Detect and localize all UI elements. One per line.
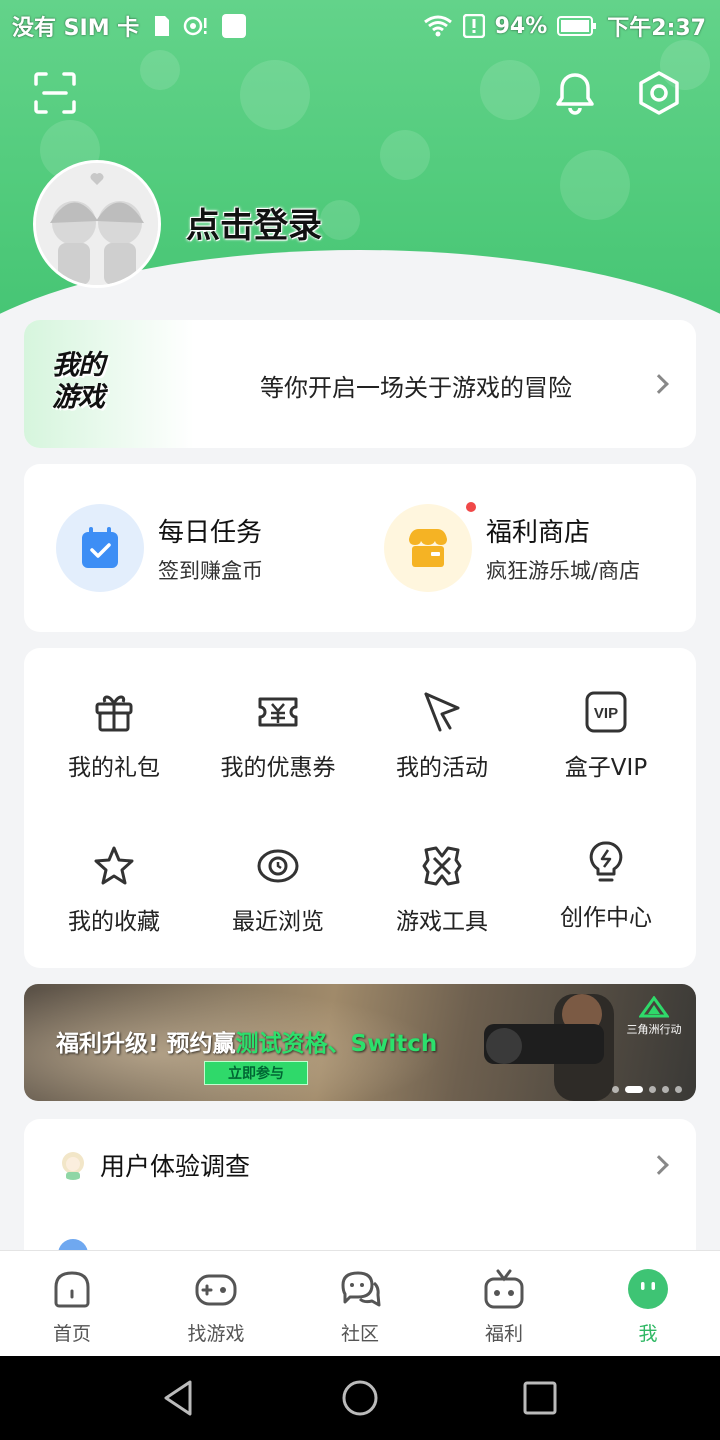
grid-label-history: 最近浏览 <box>232 909 324 935</box>
survey-label: 用户体验调查 <box>100 1152 251 1181</box>
grid-item-activities[interactable]: 我的活动 <box>360 690 524 782</box>
tab-find-games[interactable]: 找游戏 <box>156 1267 276 1346</box>
daily-task-item[interactable]: 每日任务 签到赚盒币 <box>56 504 263 592</box>
tab-welfare[interactable]: 福利 <box>444 1267 564 1346</box>
tab-label-home: 首页 <box>52 1323 91 1345</box>
logo-line-1: 我的 <box>52 350 105 381</box>
calendar-check-icon <box>56 504 144 592</box>
welfare-shop-subtitle: 疯狂游乐城/商店 <box>486 558 641 583</box>
coupon-icon <box>258 697 298 727</box>
bell-icon[interactable] <box>552 70 598 116</box>
grid-item-history[interactable]: 最近浏览 <box>196 844 360 936</box>
daily-task-title: 每日任务 <box>158 517 263 548</box>
survey-avatar-icon <box>62 1152 84 1180</box>
bottom-tab-bar: 首页 找游戏 社区 福利 我 <box>0 1250 720 1356</box>
hotspot-icon <box>184 16 207 36</box>
grid-label-activities: 我的活动 <box>396 755 488 781</box>
task-card: 每日任务 签到赚盒币 福利商店 疯狂游乐城/商店 <box>24 464 696 632</box>
sd-card-icon <box>155 16 170 36</box>
system-nav-bar <box>0 1356 720 1440</box>
game-brand-logo: 三角洲行动 <box>624 995 684 1037</box>
tab-label-community: 社区 <box>340 1323 379 1345</box>
grid-label-coupons: 我的优惠券 <box>220 755 336 781</box>
my-games-promo-card[interactable]: 我的 游戏 等你开启一场关于游戏的冒险 <box>24 320 696 448</box>
carousel-dot <box>612 1086 619 1093</box>
app-notification-icon <box>222 14 247 38</box>
scan-icon[interactable] <box>32 70 78 116</box>
alert-icon <box>462 14 485 38</box>
game-brand-text: 三角洲行动 <box>626 1023 682 1036</box>
banner-title-highlight: 测试资格、Switch <box>235 1031 438 1057</box>
carousel-dot <box>662 1086 669 1093</box>
grid-item-vip[interactable]: VIP 盒子VIP <box>524 690 688 782</box>
grid-label-tools: 游戏工具 <box>396 909 488 935</box>
clock: 下午2:37 <box>607 16 706 41</box>
my-games-logo: 我的 游戏 <box>52 350 105 414</box>
carousel-dot-active <box>625 1086 643 1093</box>
welfare-shop-title: 福利商店 <box>486 517 591 548</box>
gift-box-icon <box>484 1269 524 1309</box>
grid-label-favorites: 我的收藏 <box>68 909 160 935</box>
flag-icon <box>424 692 460 732</box>
shop-icon <box>384 502 476 592</box>
grid-label-creator: 创作中心 <box>560 905 652 931</box>
chat-icon <box>341 1271 381 1307</box>
grid-label-gifts: 我的礼包 <box>68 755 160 781</box>
carousel-dot <box>675 1086 682 1093</box>
recents-icon[interactable] <box>519 1377 561 1419</box>
back-icon[interactable] <box>158 1377 200 1419</box>
list-item-survey[interactable]: 用户体验调查 <box>24 1119 696 1211</box>
avatar-illustration-icon <box>36 163 158 285</box>
features-grid: 我的礼包 我的优惠券 我的活动 VIP 盒子VIP 我的收藏 最近浏览 游戏工具… <box>24 648 696 968</box>
star-icon <box>94 846 134 885</box>
carrier-text: 没有 SIM 卡 <box>12 16 140 41</box>
battery-percent: 94% <box>494 13 548 39</box>
battery-icon <box>557 16 597 36</box>
svg-text:VIP: VIP <box>594 705 618 722</box>
carousel-dots <box>612 1086 682 1093</box>
notification-badge <box>466 502 476 512</box>
lightbulb-icon <box>589 841 623 882</box>
home-circle-icon[interactable] <box>339 1377 381 1419</box>
tab-label-find-games: 找游戏 <box>187 1323 245 1345</box>
wifi-icon <box>423 15 452 37</box>
gamepad-icon <box>195 1274 237 1306</box>
tab-me[interactable]: 我 <box>588 1267 708 1346</box>
daily-task-subtitle: 签到赚盒币 <box>158 558 263 583</box>
me-face-icon <box>628 1269 668 1309</box>
triangle-logo-icon <box>638 995 670 1018</box>
chevron-right-icon <box>649 1155 669 1175</box>
banner-title: 福利升级! 预约赢测试资格、Switch <box>56 1024 437 1058</box>
vip-icon: VIP <box>585 691 627 733</box>
welfare-shop-item[interactable]: 福利商店 疯狂游乐城/商店 <box>384 502 641 592</box>
tab-label-me: 我 <box>638 1323 658 1345</box>
grid-item-favorites[interactable]: 我的收藏 <box>32 844 196 936</box>
banner-title-prefix: 福利升级! 预约赢 <box>56 1031 236 1057</box>
grid-label-vip: 盒子VIP <box>564 755 648 781</box>
promo-text: 等你开启一场关于游戏的冒险 <box>260 374 572 402</box>
gift-icon <box>95 695 133 732</box>
tab-community[interactable]: 社区 <box>300 1267 420 1346</box>
grid-item-tools[interactable]: 游戏工具 <box>360 844 524 936</box>
grid-item-creator[interactable]: 创作中心 <box>524 840 688 932</box>
home-icon <box>54 1271 90 1308</box>
settings-icon[interactable] <box>636 70 682 116</box>
tools-icon <box>422 846 462 886</box>
status-bar: 没有 SIM 卡 94% 下午2:37 <box>0 0 720 50</box>
avatar[interactable] <box>33 160 161 288</box>
logo-line-2: 游戏 <box>52 382 105 413</box>
grid-item-gifts[interactable]: 我的礼包 <box>32 690 196 782</box>
chevron-right-icon <box>649 374 669 394</box>
carousel-dot <box>649 1086 656 1093</box>
promo-banner[interactable]: 福利升级! 预约赢测试资格、Switch 立即参与 三角洲行动 <box>24 984 696 1101</box>
login-button[interactable]: 点击登录 <box>186 198 322 247</box>
eye-icon <box>257 849 299 883</box>
tab-home[interactable]: 首页 <box>12 1267 132 1346</box>
tab-label-welfare: 福利 <box>484 1323 523 1345</box>
grid-item-coupons[interactable]: 我的优惠券 <box>196 690 360 782</box>
join-now-button[interactable]: 立即参与 <box>204 1061 308 1085</box>
